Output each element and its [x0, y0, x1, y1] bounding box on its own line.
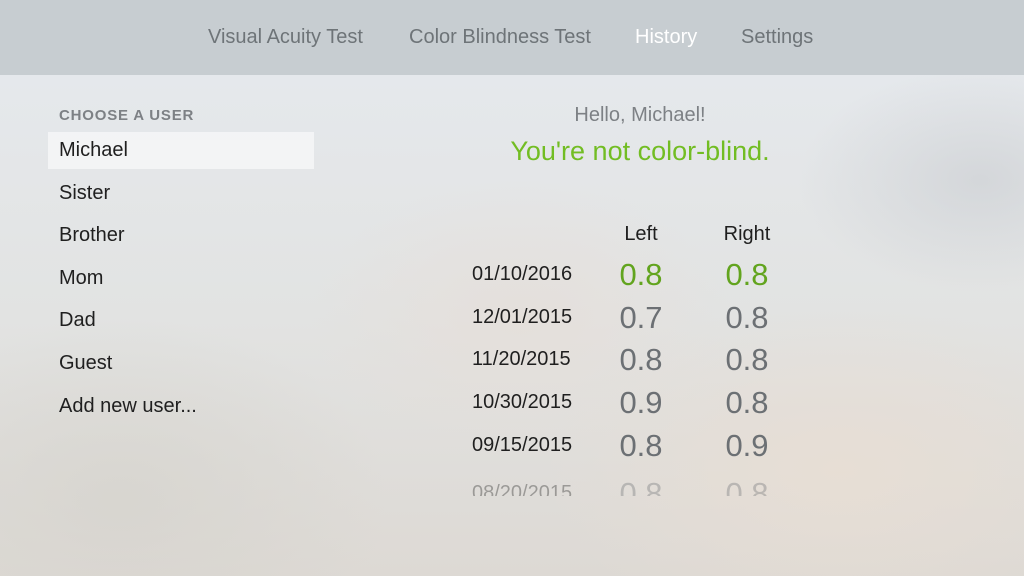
left-eye-score: 0.9	[619, 385, 663, 420]
tab-visual-acuity-test[interactable]: Visual Acuity Test	[208, 26, 363, 49]
user-item-brother[interactable]: Brother	[48, 217, 314, 254]
left-eye-score: 0.7	[619, 300, 663, 335]
right-eye-score: 0.8	[725, 385, 769, 420]
history-date: 08/20/2015	[472, 482, 573, 496]
tab-settings[interactable]: Settings	[741, 26, 813, 49]
greeting-text: Hello, Michael!	[574, 104, 706, 126]
tab-history[interactable]: History	[635, 26, 697, 49]
history-date: 10/30/2015	[472, 391, 573, 413]
history-date: 11/20/2015	[472, 348, 571, 370]
left-eye-score: 0.8	[619, 257, 663, 292]
history-row: 11/20/2015 0.8 0.8	[0, 342, 1024, 385]
right-eye-score: 0.9	[725, 428, 769, 463]
history-row: 09/15/2015 0.8 0.9	[0, 428, 1024, 471]
right-eye-score: 0.8	[725, 342, 769, 377]
choose-user-heading: CHOOSE A USER	[59, 107, 195, 124]
history-row: 08/20/2015 0.8 0.8	[0, 476, 1024, 496]
color-blindness-result: You're not color-blind.	[510, 136, 770, 166]
right-eye-score: 0.8	[725, 257, 769, 292]
history-row: 01/10/2016 0.8 0.8	[0, 257, 1024, 300]
left-eye-score: 0.8	[619, 342, 663, 377]
right-eye-score: 0.8	[725, 300, 769, 335]
tab-color-blindness-test[interactable]: Color Blindness Test	[409, 26, 591, 49]
history-row: 10/30/2015 0.9 0.8	[0, 385, 1024, 428]
user-item-sister[interactable]: Sister	[48, 175, 314, 212]
history-date: 12/01/2015	[472, 306, 573, 328]
history-row: 12/01/2015 0.7 0.8	[0, 300, 1024, 343]
left-eye-score: 0.8	[619, 428, 663, 463]
history-date: 09/15/2015	[472, 434, 573, 456]
column-header-left: Left	[624, 223, 658, 245]
right-eye-score: 0.8	[725, 476, 769, 496]
user-item-michael[interactable]: Michael	[48, 132, 314, 169]
history-date: 01/10/2016	[472, 263, 573, 285]
column-header-right: Right	[723, 223, 771, 245]
left-eye-score: 0.8	[619, 476, 663, 496]
top-navigation-bar: Visual Acuity Test Color Blindness Test …	[0, 0, 1024, 75]
